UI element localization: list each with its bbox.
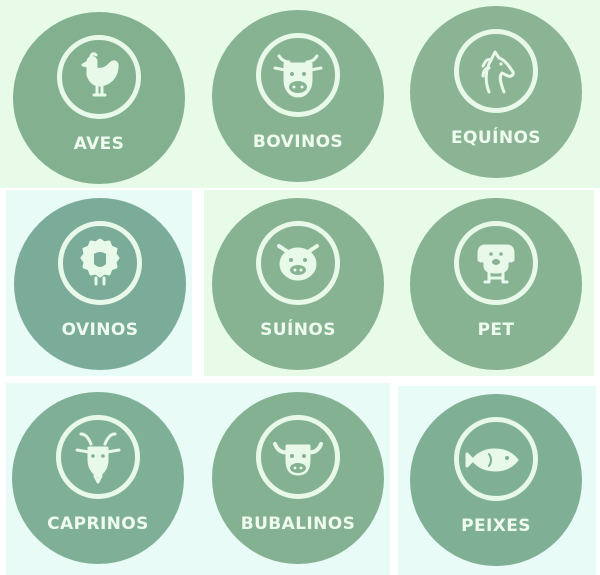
category-label: BUBALINOS [240, 514, 356, 534]
icon-ring [58, 221, 142, 305]
icon-ring [454, 221, 538, 305]
category-label: EQUÍNOS [451, 128, 541, 148]
category-label: PET [477, 320, 515, 340]
icon-ring [56, 415, 140, 499]
category-tile-caprinos[interactable]: CAPRINOS [12, 392, 184, 564]
cow-icon [273, 54, 323, 98]
sheep-icon [80, 238, 120, 286]
buffalo-icon [273, 442, 323, 476]
category-tile-bovinos[interactable]: BOVINOS [212, 10, 384, 182]
icon-ring [57, 35, 141, 119]
horse-icon [481, 50, 515, 94]
icon-ring [454, 417, 538, 501]
category-tile-bubalinos[interactable]: BUBALINOS [212, 392, 384, 564]
category-label: CAPRINOS [47, 514, 149, 534]
category-label: AVES [73, 134, 125, 154]
category-tile-peixes[interactable]: PEIXES [410, 394, 582, 566]
chicken-icon [81, 52, 119, 97]
icon-ring [256, 33, 340, 117]
category-tile-equinos[interactable]: EQUÍNOS [410, 6, 582, 178]
icon-ring [454, 29, 538, 113]
category-label: BOVINOS [252, 132, 344, 152]
category-label: PEIXES [461, 516, 531, 536]
icon-ring [256, 415, 340, 499]
fish-icon [465, 448, 519, 472]
category-tile-pet[interactable]: PET [410, 198, 582, 370]
category-tile-aves[interactable]: AVES [13, 12, 185, 184]
category-label: OVINOS [61, 320, 139, 340]
icon-ring [256, 221, 340, 305]
pig-icon [277, 244, 319, 281]
dog-icon [477, 244, 515, 284]
category-tile-ovinos[interactable]: OVINOS [14, 198, 186, 370]
goat-icon [75, 432, 121, 484]
category-label: SUÍNOS [260, 320, 336, 340]
category-tile-suinos[interactable]: SUÍNOS [212, 198, 384, 370]
